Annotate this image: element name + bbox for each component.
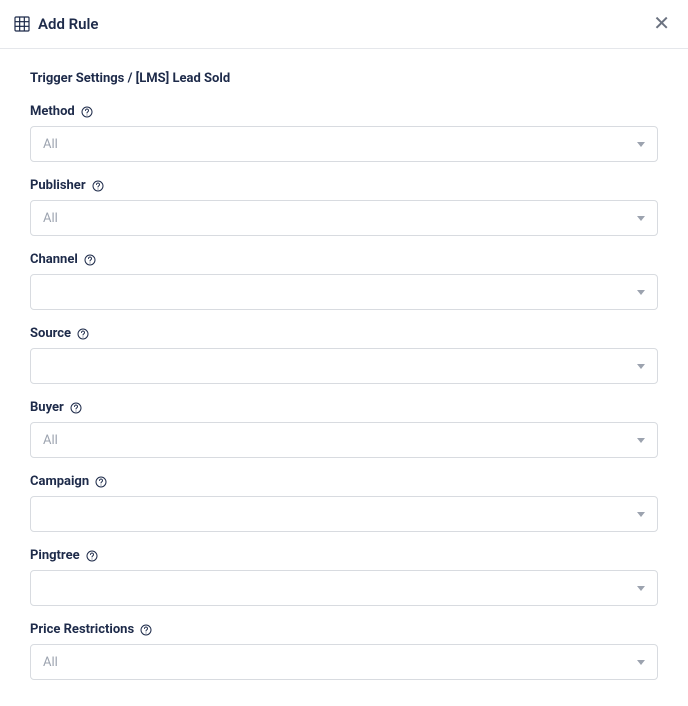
select-value: All bbox=[43, 211, 58, 226]
help-icon[interactable] bbox=[81, 106, 93, 118]
chevron-down-icon bbox=[637, 364, 645, 369]
field-label: Channel bbox=[30, 252, 78, 267]
campaign-select[interactable] bbox=[30, 496, 658, 532]
chevron-down-icon bbox=[637, 512, 645, 517]
help-icon[interactable] bbox=[140, 624, 152, 636]
field-label: Pingtree bbox=[30, 548, 80, 563]
field-label: Campaign bbox=[30, 474, 89, 489]
field-buyer: Buyer All bbox=[30, 400, 658, 458]
channel-select[interactable] bbox=[30, 274, 658, 310]
modal-body: Trigger Settings / [LMS] Lead Sold Metho… bbox=[0, 49, 688, 706]
field-publisher: Publisher All bbox=[30, 178, 658, 236]
source-select[interactable] bbox=[30, 348, 658, 384]
breadcrumb: Trigger Settings / [LMS] Lead Sold bbox=[30, 71, 658, 86]
price-restrictions-select[interactable]: All bbox=[30, 644, 658, 680]
field-label: Publisher bbox=[30, 178, 86, 193]
method-select[interactable]: All bbox=[30, 126, 658, 162]
label-row: Method bbox=[30, 104, 658, 119]
field-label: Source bbox=[30, 326, 71, 341]
help-icon[interactable] bbox=[86, 550, 98, 562]
modal-title-wrap: Add Rule bbox=[14, 15, 99, 33]
label-row: Channel bbox=[30, 252, 658, 267]
select-value: All bbox=[43, 137, 58, 152]
field-label: Price Restrictions bbox=[30, 622, 134, 637]
grid-icon bbox=[14, 16, 30, 32]
field-campaign: Campaign bbox=[30, 474, 658, 532]
chevron-down-icon bbox=[637, 586, 645, 591]
help-icon[interactable] bbox=[70, 402, 82, 414]
pingtree-select[interactable] bbox=[30, 570, 658, 606]
modal-title: Add Rule bbox=[38, 15, 99, 33]
close-button[interactable]: ✕ bbox=[651, 14, 672, 34]
label-row: Pingtree bbox=[30, 548, 658, 563]
chevron-down-icon bbox=[637, 290, 645, 295]
help-icon[interactable] bbox=[92, 180, 104, 192]
field-method: Method All bbox=[30, 104, 658, 162]
field-channel: Channel bbox=[30, 252, 658, 310]
publisher-select[interactable]: All bbox=[30, 200, 658, 236]
chevron-down-icon bbox=[637, 216, 645, 221]
help-icon[interactable] bbox=[84, 254, 96, 266]
label-row: Source bbox=[30, 326, 658, 341]
field-label: Buyer bbox=[30, 400, 64, 415]
label-row: Price Restrictions bbox=[30, 622, 658, 637]
help-icon[interactable] bbox=[95, 476, 107, 488]
field-source: Source bbox=[30, 326, 658, 384]
select-value: All bbox=[43, 655, 58, 670]
help-icon[interactable] bbox=[77, 328, 89, 340]
select-value: All bbox=[43, 433, 58, 448]
field-price-restrictions: Price Restrictions All bbox=[30, 622, 658, 680]
field-label: Method bbox=[30, 104, 75, 119]
chevron-down-icon bbox=[637, 660, 645, 665]
close-icon: ✕ bbox=[653, 13, 670, 35]
label-row: Publisher bbox=[30, 178, 658, 193]
chevron-down-icon bbox=[637, 142, 645, 147]
field-pingtree: Pingtree bbox=[30, 548, 658, 606]
chevron-down-icon bbox=[637, 438, 645, 443]
modal-header: Add Rule ✕ bbox=[0, 0, 688, 49]
label-row: Buyer bbox=[30, 400, 658, 415]
label-row: Campaign bbox=[30, 474, 658, 489]
buyer-select[interactable]: All bbox=[30, 422, 658, 458]
